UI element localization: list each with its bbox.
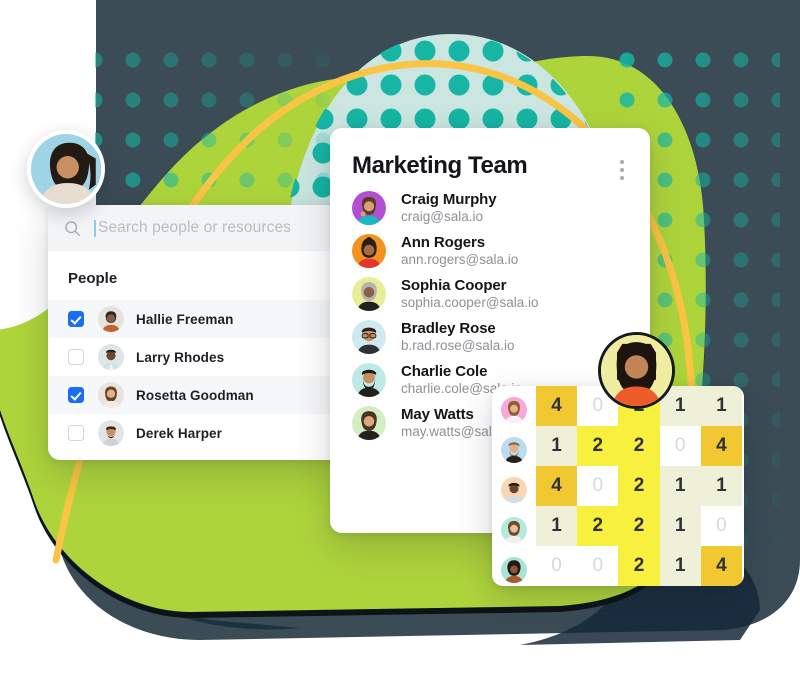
heatmap-cell-r2-c3[interactable]: 2 [618,426,660,466]
heatmap-cell-r2-c1[interactable]: 1 [536,426,578,466]
heatmap-cell-r2-c2[interactable]: 2 [577,426,619,466]
team-member-row[interactable]: Craig Murphy craig@sala.io [330,186,650,229]
heatmap-cell-r1-c1[interactable]: 4 [536,386,578,426]
heatmap-avatar-row-1 [501,397,527,423]
heatmap-avatar-row-3 [501,477,527,503]
heatmap-cell-r5-c1[interactable]: 0 [536,546,578,586]
avatar-charlie-cole [352,362,386,397]
checkbox-hallie-freeman[interactable] [68,311,84,327]
heatmap-avatar-row-2 [501,437,527,463]
team-member-email: ann.rogers@sala.io [401,252,519,267]
heatmap-cell-r5-c5[interactable]: 4 [700,546,742,586]
team-card-header: Marketing Team [330,128,650,186]
team-member-email: craig@sala.io [401,209,483,224]
avatar-hallie-freeman [98,306,124,332]
team-member-name: Charlie Cole [401,363,488,380]
avatar-bradley-rose [352,319,386,354]
person-name: Hallie Freeman [136,311,234,327]
heatmap-cell-r4-c4[interactable]: 1 [659,506,701,546]
team-member-name: Craig Murphy [401,191,497,208]
heatmap-cell-r3-c4[interactable]: 1 [659,466,701,506]
avatar-larry-rhodes [98,344,124,370]
heatmap-cell-r2-c5[interactable]: 4 [700,426,742,466]
heatmap-cell-r4-c3[interactable]: 2 [618,506,660,546]
person-row-larry-rhodes[interactable]: Larry Rhodes [48,338,348,376]
heatmap-cell-r5-c2[interactable]: 0 [577,546,619,586]
heatmap-cell-r3-c1[interactable]: 4 [536,466,578,506]
team-member-name: Ann Rogers [401,234,486,251]
team-member-row[interactable]: Sophia Cooper sophia.cooper@sala.io [330,272,650,315]
heatmap-row-avatars [492,386,536,586]
person-name: Rosetta Goodman [136,387,254,403]
heatmap-cell-r5-c4[interactable]: 1 [659,546,701,586]
avatar-ann-rogers [352,233,386,268]
heatmap-cell-r4-c2[interactable]: 2 [577,506,619,546]
heatmap-cell-r2-c4[interactable]: 0 [659,426,701,466]
search-input[interactable]: Search people or resources [48,205,348,251]
heatmap-cell-r4-c5[interactable]: 0 [700,506,742,546]
floating-avatar-right [598,332,675,409]
heatmap-cell-r1-c5[interactable]: 1 [700,386,742,426]
heatmap-cell-r3-c2[interactable]: 0 [577,466,619,506]
person-row-rosetta-goodman[interactable]: Rosetta Goodman [48,376,348,414]
person-row-derek-harper[interactable]: Derek Harper [48,414,348,452]
heatmap-cell-r4-c1[interactable]: 1 [536,506,578,546]
heatmap-card: 4021112204402111221000214 [492,386,744,586]
team-member-email: b.rad.rose@sala.io [401,338,515,353]
people-section-label: People [68,270,118,287]
heatmap-grid: 4021112204402111221000214 [536,386,744,586]
avatar-sophia-cooper [352,276,386,311]
person-name: Larry Rhodes [136,349,225,365]
checkbox-derek-harper[interactable] [68,425,84,441]
team-member-row[interactable]: Ann Rogers ann.rogers@sala.io [330,229,650,272]
heatmap-cell-r3-c5[interactable]: 1 [700,466,742,506]
team-member-name: Bradley Rose [401,320,496,337]
person-name: Derek Harper [136,425,222,441]
heatmap-cell-r3-c3[interactable]: 2 [618,466,660,506]
team-member-email: sophia.cooper@sala.io [401,295,539,310]
avatar-rosetta-goodman [98,382,124,408]
heatmap-avatar-row-4 [501,517,527,543]
avatar-derek-harper [98,420,124,446]
person-row-hallie-freeman[interactable]: Hallie Freeman [48,300,348,338]
screenshot-stage: Search people or resources People Hallie… [0,0,800,679]
text-caret [94,219,96,237]
page-title: Marketing Team [352,152,528,179]
kebab-menu-icon[interactable] [620,154,628,180]
people-panel: Search people or resources People Hallie… [48,205,348,460]
checkbox-rosetta-goodman[interactable] [68,387,84,403]
checkbox-larry-rhodes[interactable] [68,349,84,365]
avatar-may-watts [352,405,386,440]
team-member-name: Sophia Cooper [401,277,507,294]
heatmap-cell-r5-c3[interactable]: 2 [618,546,660,586]
heatmap-avatar-row-5 [501,557,527,583]
floating-avatar-left [27,130,105,208]
search-placeholder: Search people or resources [98,219,292,236]
avatar-craig-murphy [352,190,386,225]
search-icon [65,220,81,236]
